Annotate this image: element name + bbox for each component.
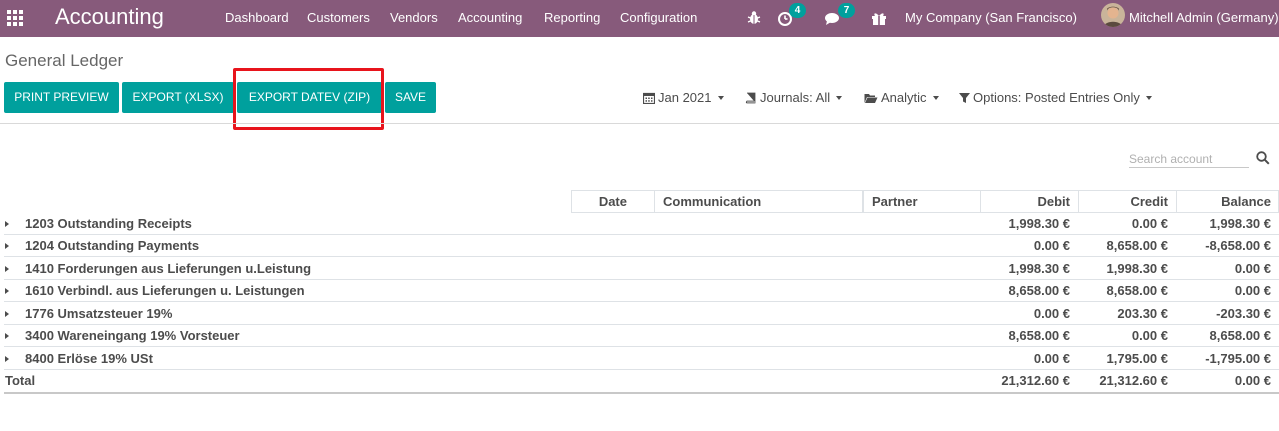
table-row[interactable]: 3400 Wareneingang 19% Vorsteuer 8,658.00… bbox=[4, 325, 1279, 347]
search-account-input[interactable] bbox=[1129, 150, 1249, 168]
credit-value: 0.00 € bbox=[1131, 216, 1168, 231]
expand-caret-icon[interactable] bbox=[5, 288, 9, 294]
balance-value: -8,658.00 € bbox=[1205, 238, 1271, 253]
debit-value: 8,658.00 € bbox=[1008, 283, 1070, 298]
search-icon[interactable] bbox=[1256, 151, 1270, 165]
column-header-partner: Partner bbox=[863, 190, 981, 213]
caret-down-icon bbox=[1145, 96, 1152, 100]
caret-down-icon bbox=[932, 96, 939, 100]
account-name[interactable]: 1203 Outstanding Receipts bbox=[25, 216, 192, 232]
credit-value: 8,658.00 € bbox=[1106, 283, 1168, 298]
balance-value: -203.30 € bbox=[1216, 306, 1271, 321]
balance-value: -1,795.00 € bbox=[1205, 351, 1271, 366]
credit-value: 1,795.00 € bbox=[1106, 351, 1168, 366]
total-debit-value: 21,312.60 € bbox=[1001, 373, 1070, 388]
journals-filter-label: Journals: All bbox=[760, 90, 831, 105]
debit-value: 0.00 € bbox=[1033, 238, 1070, 253]
debit-value: 1,998.30 € bbox=[1008, 216, 1070, 231]
book-icon bbox=[745, 92, 756, 104]
print-preview-button[interactable]: PRINT PREVIEW bbox=[4, 82, 119, 113]
options-filter-dropdown[interactable]: Options: Posted Entries Only bbox=[959, 90, 1152, 106]
journals-filter-dropdown[interactable]: Journals: All bbox=[745, 90, 843, 106]
funnel-filter-icon bbox=[959, 93, 970, 103]
balance-value: 0.00 € bbox=[1234, 261, 1271, 276]
account-name[interactable]: 1204 Outstanding Payments bbox=[25, 238, 199, 254]
column-header-date: Date bbox=[571, 190, 655, 213]
table-total-row: Total 21,312.60 € 21,312.60 € 0.00 € bbox=[4, 370, 1279, 394]
account-name[interactable]: 1410 Forderungen aus Lieferungen u.Leist… bbox=[25, 261, 311, 277]
total-balance-value: 0.00 € bbox=[1234, 373, 1271, 388]
table-row[interactable]: 1610 Verbindl. aus Lieferungen u. Leistu… bbox=[4, 280, 1279, 302]
credit-value: 0.00 € bbox=[1131, 328, 1168, 343]
table-row[interactable]: 1776 Umsatzsteuer 19% 0.00 € 203.30 € -2… bbox=[4, 303, 1279, 325]
total-credit-value: 21,312.60 € bbox=[1099, 373, 1168, 388]
table-row[interactable]: 1410 Forderungen aus Lieferungen u.Leist… bbox=[4, 258, 1279, 280]
column-header-communication: Communication bbox=[654, 190, 863, 213]
control-panel-divider bbox=[0, 123, 1279, 124]
account-name[interactable]: 1776 Umsatzsteuer 19% bbox=[25, 306, 172, 322]
app-title[interactable]: Accounting bbox=[55, 3, 164, 31]
analytic-filter-dropdown[interactable]: Analytic bbox=[864, 90, 939, 106]
menu-reporting[interactable]: Reporting bbox=[544, 10, 600, 26]
credit-value: 8,658.00 € bbox=[1106, 238, 1168, 253]
folder-open-icon bbox=[864, 94, 878, 103]
column-header-balance: Balance bbox=[1176, 190, 1279, 213]
table-row[interactable]: 1203 Outstanding Receipts 1,998.30 € 0.0… bbox=[4, 213, 1279, 235]
menu-dashboard[interactable]: Dashboard bbox=[225, 10, 289, 26]
expand-caret-icon[interactable] bbox=[5, 266, 9, 272]
column-header-debit: Debit bbox=[980, 190, 1079, 213]
expand-caret-icon[interactable] bbox=[5, 311, 9, 317]
activity-count-badge: 4 bbox=[789, 3, 806, 18]
top-navbar: Accounting Dashboard Customers Vendors A… bbox=[0, 0, 1279, 37]
balance-value: 8,658.00 € bbox=[1209, 328, 1271, 343]
account-name[interactable]: 1610 Verbindl. aus Lieferungen u. Leistu… bbox=[25, 283, 305, 299]
expand-caret-icon[interactable] bbox=[5, 356, 9, 362]
debug-bug-icon[interactable] bbox=[744, 8, 764, 28]
breadcrumb-page-title: General Ledger bbox=[5, 51, 124, 70]
balance-value: 0.00 € bbox=[1234, 283, 1271, 298]
menu-configuration[interactable]: Configuration bbox=[620, 10, 697, 26]
calendar-icon bbox=[643, 92, 655, 104]
account-name[interactable]: 8400 Erlöse 19% USt bbox=[25, 351, 153, 367]
balance-value: 1,998.30 € bbox=[1209, 216, 1271, 231]
export-xlsx-button[interactable]: EXPORT (XLSX) bbox=[122, 82, 234, 113]
menu-vendors[interactable]: Vendors bbox=[390, 10, 438, 26]
account-name[interactable]: 3400 Wareneingang 19% Vorsteuer bbox=[25, 328, 240, 344]
options-filter-label: Options: Posted Entries Only bbox=[973, 90, 1140, 105]
expand-caret-icon[interactable] bbox=[5, 333, 9, 339]
caret-down-icon bbox=[717, 96, 724, 100]
analytic-filter-label: Analytic bbox=[881, 90, 927, 105]
table-row[interactable]: 8400 Erlöse 19% USt 0.00 € 1,795.00 € -1… bbox=[4, 348, 1279, 370]
column-header-credit: Credit bbox=[1078, 190, 1177, 213]
user-menu[interactable]: Mitchell Admin (Germany) bbox=[1129, 10, 1279, 26]
expand-caret-icon[interactable] bbox=[5, 221, 9, 227]
total-label: Total bbox=[5, 373, 36, 388]
user-avatar[interactable] bbox=[1101, 3, 1125, 27]
date-filter-dropdown[interactable]: Jan 2021 bbox=[643, 90, 724, 106]
debit-value: 8,658.00 € bbox=[1008, 328, 1070, 343]
credit-value: 1,998.30 € bbox=[1106, 261, 1168, 276]
table-row[interactable]: 1204 Outstanding Payments 0.00 € 8,658.0… bbox=[4, 235, 1279, 257]
menu-accounting[interactable]: Accounting bbox=[458, 10, 522, 26]
expand-caret-icon[interactable] bbox=[5, 243, 9, 249]
caret-down-icon bbox=[836, 96, 843, 100]
apps-grid-icon[interactable] bbox=[7, 10, 23, 26]
date-filter-label: Jan 2021 bbox=[658, 90, 712, 105]
debit-value: 1,998.30 € bbox=[1008, 261, 1070, 276]
menu-customers[interactable]: Customers bbox=[307, 10, 370, 26]
credit-value: 203.30 € bbox=[1117, 306, 1168, 321]
company-switcher[interactable]: My Company (San Francisco) bbox=[905, 10, 1077, 26]
debit-value: 0.00 € bbox=[1033, 351, 1070, 366]
debit-value: 0.00 € bbox=[1033, 306, 1070, 321]
gift-icon[interactable] bbox=[869, 8, 889, 28]
highlight-annotation-box bbox=[233, 68, 384, 130]
save-button[interactable]: SAVE bbox=[385, 82, 436, 113]
table-header: Date Communication Partner Debit Credit … bbox=[4, 190, 1279, 213]
messages-count-badge: 7 bbox=[838, 3, 855, 18]
